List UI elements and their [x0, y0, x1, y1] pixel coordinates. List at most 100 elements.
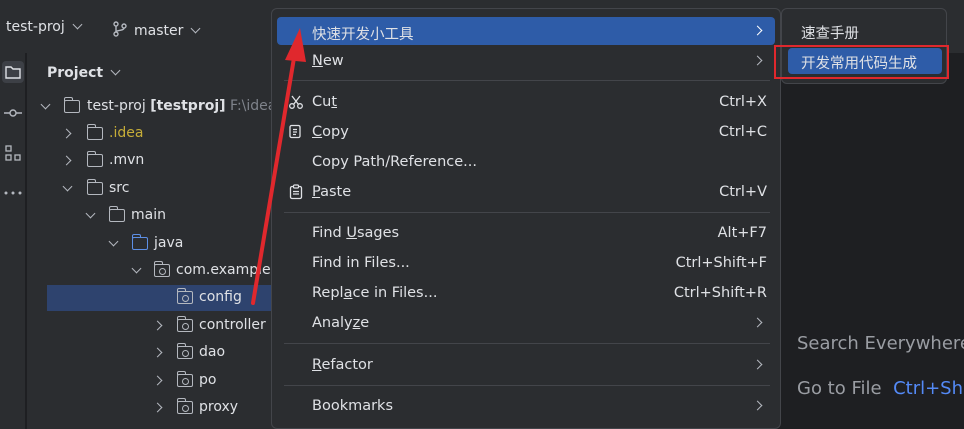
menu-item-find-in-files[interactable]: Find in Files... Ctrl+Shift+F	[277, 249, 775, 277]
tree-item-label: com.example	[176, 262, 271, 278]
shortcut: Ctrl+C	[718, 124, 767, 140]
shortcut: Ctrl+Shift+R	[673, 285, 767, 301]
tree-item-po[interactable]: po	[27, 368, 277, 394]
module-path: F:\idea	[230, 98, 277, 114]
menu-separator	[284, 80, 770, 81]
tree-item-label: test-proj	[87, 98, 146, 114]
chevron-down-icon	[40, 99, 51, 110]
menu-item-refactor[interactable]: Refactor	[277, 351, 775, 379]
folder-icon	[5, 66, 21, 79]
tree-item-mvn[interactable]: .mvn	[27, 148, 277, 174]
tree-item-proxy[interactable]: proxy	[27, 395, 277, 421]
chevron-down-icon	[131, 263, 142, 274]
git-branch-icon	[113, 21, 127, 37]
branch-name: master	[134, 23, 184, 39]
submenu-item-cheatsheet[interactable]: 速查手册	[788, 18, 942, 44]
chevron-right-icon	[152, 375, 163, 386]
project-name: test-proj	[6, 19, 65, 35]
tree-item-java[interactable]: java	[27, 231, 277, 257]
chevron-right-icon	[152, 347, 163, 358]
chevron-down-icon	[72, 19, 83, 30]
shortcut: Alt+F7	[717, 225, 767, 241]
module-name: [testproj]	[150, 98, 226, 114]
chevron-right-icon	[61, 128, 72, 139]
folder-icon	[108, 206, 125, 222]
chevron-right-icon	[752, 25, 763, 36]
tree-item-src[interactable]: src	[27, 176, 277, 202]
tree-item-root[interactable]: test-proj [testproj] F:\idea	[27, 94, 277, 120]
chevron-right-icon	[152, 402, 163, 413]
source-folder-icon	[131, 234, 148, 250]
paste-icon	[289, 184, 303, 200]
package-icon	[176, 288, 193, 304]
folder-icon	[86, 179, 103, 195]
package-icon	[176, 343, 193, 359]
menu-item-cut[interactable]: Cut Ctrl+X	[277, 88, 775, 116]
commit-icon	[4, 109, 22, 117]
project-selector[interactable]: test-proj	[6, 19, 83, 35]
menu-item-replace-in-files[interactable]: Replace in Files... Ctrl+Shift+R	[277, 279, 775, 307]
menu-separator	[284, 385, 770, 386]
package-icon	[153, 261, 170, 277]
menu-item-new[interactable]: New	[277, 47, 775, 75]
tree-item-config[interactable]: config	[47, 285, 277, 311]
package-icon	[176, 371, 193, 387]
tree-item-idea[interactable]: .idea	[27, 121, 277, 147]
tree-item-label: java	[154, 235, 184, 251]
shortcut: Ctrl+Shift+F	[675, 255, 767, 271]
chevron-right-icon	[752, 400, 763, 411]
scissors-icon	[289, 95, 303, 109]
menu-item-copy-path[interactable]: Copy Path/Reference...	[277, 148, 775, 176]
shortcut: Ctrl+X	[719, 94, 767, 110]
commit-tool-button[interactable]	[3, 103, 23, 123]
folder-icon	[86, 151, 103, 167]
package-icon	[176, 316, 193, 332]
search-everywhere-hint: Search Everywhere	[797, 333, 964, 354]
tree-item-label: proxy	[199, 399, 239, 415]
context-menu: 快速开发小工具 New Cut Ctrl+X Copy Ctrl+C Copy …	[271, 8, 781, 429]
chevron-right-icon	[752, 317, 763, 328]
more-icon	[4, 191, 22, 195]
menu-item-copy[interactable]: Copy Ctrl+C	[277, 118, 775, 146]
copy-icon	[289, 124, 301, 139]
chevron-right-icon	[152, 320, 163, 331]
go-to-file-hint: Go to File Ctrl+Sh	[797, 378, 964, 399]
left-tool-strip	[0, 53, 26, 429]
menu-item-quick-dev-tools[interactable]: 快速开发小工具	[277, 17, 775, 45]
menu-separator	[284, 343, 770, 344]
tree-item-dao[interactable]: dao	[27, 340, 277, 366]
tree-item-label: src	[109, 180, 130, 196]
shortcut: Ctrl+V	[719, 184, 767, 200]
tree-item-label: controller	[199, 317, 266, 333]
more-tools-button[interactable]	[3, 183, 23, 203]
annotation-highlight-box	[774, 45, 949, 79]
menu-item-paste[interactable]: Paste Ctrl+V	[277, 178, 775, 206]
tree-item-label: .mvn	[109, 152, 145, 168]
tree-item-controller[interactable]: controller	[27, 313, 277, 339]
module-icon	[63, 97, 80, 113]
tree-item-label: .idea	[109, 125, 144, 141]
tree-item-label: dao	[199, 344, 226, 360]
chevron-down-icon	[85, 208, 96, 219]
chevron-right-icon	[752, 55, 763, 66]
tree-item-label: po	[199, 372, 217, 388]
branch-selector[interactable]: master	[112, 19, 201, 39]
tree-item-label: main	[131, 207, 166, 223]
structure-tool-button[interactable]	[3, 143, 23, 163]
chevron-right-icon	[752, 359, 763, 370]
tree-item-main[interactable]: main	[27, 203, 277, 229]
editor-empty-state: Search Everywhere Go to File Ctrl+Sh	[786, 53, 964, 429]
project-panel-title[interactable]: Project	[47, 65, 121, 81]
menu-separator	[284, 212, 770, 213]
structure-icon	[5, 145, 21, 161]
project-panel: Project test-proj [testproj] F:\idea .id…	[27, 53, 277, 429]
menu-item-analyze[interactable]: Analyze	[277, 309, 775, 337]
project-tool-button[interactable]	[2, 61, 24, 83]
chevron-down-icon	[108, 236, 119, 247]
chevron-down-icon	[62, 181, 73, 192]
menu-item-bookmarks[interactable]: Bookmarks	[277, 392, 775, 420]
menu-item-find-usages[interactable]: Find Usages Alt+F7	[277, 219, 775, 247]
tree-item-label: config	[199, 289, 242, 305]
chevron-down-icon	[190, 23, 201, 34]
tree-item-package[interactable]: com.example	[27, 258, 277, 284]
